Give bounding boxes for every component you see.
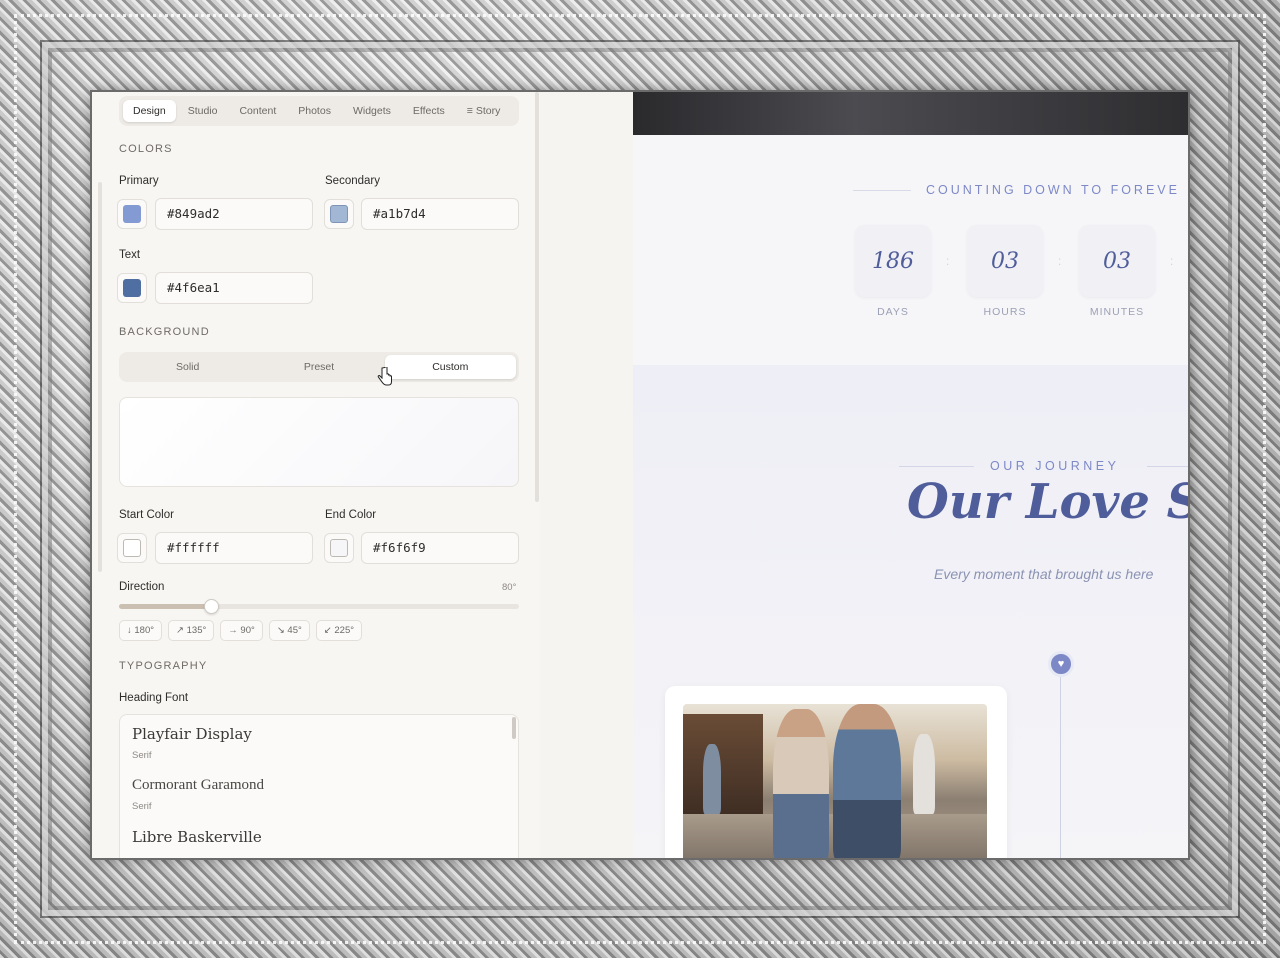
story-divider-right bbox=[1147, 466, 1188, 467]
text-color-label: Text bbox=[119, 249, 141, 261]
typography-section-title: TYPOGRAPHY bbox=[119, 660, 208, 672]
font-list-scrollbar[interactable] bbox=[512, 717, 516, 739]
story-kicker: OUR JOURNEY bbox=[990, 459, 1120, 473]
font-option-category: Serif bbox=[132, 801, 152, 812]
direction-preset-180[interactable]: ↓ 180° bbox=[119, 620, 163, 641]
tab-effects[interactable]: Effects bbox=[403, 100, 455, 122]
heading-font-label: Heading Font bbox=[119, 692, 189, 704]
secondary-hex-input[interactable]: #a1b7d4 bbox=[361, 198, 519, 230]
start-color-label: Start Color bbox=[119, 509, 174, 521]
countdown-hours-label: HOURS bbox=[983, 306, 1027, 318]
photo-person bbox=[773, 709, 829, 858]
direction-slider-fill bbox=[119, 604, 211, 609]
end-color-input[interactable]: #f6f6f9 bbox=[361, 532, 519, 564]
font-option-category: Serif bbox=[132, 750, 152, 761]
heart-icon: ♥ bbox=[1048, 651, 1074, 677]
countdown-separator: : bbox=[1170, 254, 1174, 268]
secondary-swatch[interactable] bbox=[324, 199, 354, 229]
story-title: Our Love Sto bbox=[907, 474, 1188, 530]
direction-presets: ↓ 180° ↗ 135° → 90° ↘ 45° ↙ 225° bbox=[119, 620, 363, 641]
text-color-chip bbox=[123, 279, 141, 297]
tab-content[interactable]: Content bbox=[229, 100, 286, 122]
tab-widgets[interactable]: Widgets bbox=[343, 100, 401, 122]
tab-photos[interactable]: Photos bbox=[288, 100, 341, 122]
countdown-divider bbox=[853, 190, 911, 191]
countdown-hours-box: 03 bbox=[967, 225, 1043, 297]
app-window: Design Studio Content Photos Widgets Eff… bbox=[92, 92, 1188, 858]
secondary-color-chip bbox=[330, 205, 348, 223]
direction-slider-thumb[interactable] bbox=[204, 599, 219, 614]
hand-cursor-icon bbox=[377, 366, 393, 392]
start-color-swatch[interactable] bbox=[117, 533, 147, 563]
gradient-preview bbox=[119, 397, 519, 487]
countdown-heading: COUNTING DOWN TO FOREVE bbox=[926, 183, 1180, 197]
font-option-baskerville[interactable]: Libre Baskerville bbox=[120, 818, 518, 852]
left-scrollbar[interactable] bbox=[98, 182, 102, 572]
colors-section-title: COLORS bbox=[119, 143, 173, 155]
secondary-label: Secondary bbox=[325, 175, 380, 187]
direction-slider[interactable] bbox=[119, 599, 519, 614]
background-section-title: BACKGROUND bbox=[119, 326, 210, 338]
timeline-line bbox=[1060, 677, 1061, 858]
primary-color-chip bbox=[123, 205, 141, 223]
countdown-minutes-label: MINUTES bbox=[1089, 306, 1145, 318]
direction-value: 80° bbox=[502, 582, 517, 593]
direction-preset-45[interactable]: ↘ 45° bbox=[268, 620, 310, 641]
tab-studio[interactable]: Studio bbox=[178, 100, 228, 122]
heading-font-list: Playfair Display Serif Cormorant Garamon… bbox=[119, 714, 519, 858]
editor-scrollbar[interactable] bbox=[535, 92, 539, 502]
primary-swatch[interactable] bbox=[117, 199, 147, 229]
direction-preset-135[interactable]: ↗ 135° bbox=[168, 620, 215, 641]
countdown-days-box: 186 bbox=[855, 225, 931, 297]
font-option-name: Cormorant Garamond bbox=[132, 777, 265, 793]
direction-label: Direction bbox=[119, 581, 165, 593]
primary-hex-input[interactable]: #849ad2 bbox=[155, 198, 313, 230]
bg-mode-solid[interactable]: Solid bbox=[122, 355, 253, 379]
primary-label: Primary bbox=[119, 175, 159, 187]
bg-mode-preset[interactable]: Preset bbox=[253, 355, 384, 379]
countdown-separator: : bbox=[1058, 254, 1062, 268]
end-color-swatch[interactable] bbox=[324, 533, 354, 563]
countdown-separator: : bbox=[946, 254, 950, 268]
font-option-name: Playfair Display bbox=[132, 725, 252, 743]
story-photo-card[interactable] bbox=[665, 686, 1007, 858]
font-option-playfair[interactable]: Playfair Display Serif bbox=[120, 715, 518, 767]
photo-person bbox=[913, 734, 935, 814]
font-option-name: Libre Baskerville bbox=[132, 828, 262, 846]
font-option-cormorant[interactable]: Cormorant Garamond Serif bbox=[120, 767, 518, 818]
countdown-days-label: DAYS bbox=[877, 306, 909, 318]
start-color-input[interactable]: #ffffff bbox=[155, 532, 313, 564]
end-color-chip bbox=[330, 539, 348, 557]
direction-preset-225[interactable]: ↙ 225° bbox=[315, 620, 363, 641]
site-preview: COUNTING DOWN TO FOREVE 186 : 03 : 03 : … bbox=[633, 92, 1188, 858]
end-color-label: End Color bbox=[325, 509, 377, 521]
editor-tabs: Design Studio Content Photos Widgets Eff… bbox=[119, 96, 519, 126]
background-mode-switch: Solid Preset Custom bbox=[119, 352, 519, 382]
photo-person bbox=[703, 744, 721, 814]
photo-person bbox=[833, 704, 901, 858]
photo-stall bbox=[683, 714, 763, 824]
tab-design[interactable]: Design bbox=[123, 100, 176, 122]
countdown-minutes-box: 03 bbox=[1079, 225, 1155, 297]
text-swatch[interactable] bbox=[117, 273, 147, 303]
text-hex-input[interactable]: #4f6ea1 bbox=[155, 272, 313, 304]
story-subtitle: Every moment that brought us here bbox=[934, 566, 1154, 582]
story-divider-left bbox=[899, 466, 974, 467]
preview-top-bar bbox=[633, 92, 1188, 135]
tab-story[interactable]: ≡ Story bbox=[457, 100, 511, 122]
bg-mode-custom[interactable]: Custom bbox=[384, 355, 516, 379]
start-color-chip bbox=[123, 539, 141, 557]
couple-photo bbox=[683, 704, 987, 858]
editor-panel: Design Studio Content Photos Widgets Eff… bbox=[92, 92, 540, 858]
direction-preset-90[interactable]: → 90° bbox=[220, 620, 263, 641]
